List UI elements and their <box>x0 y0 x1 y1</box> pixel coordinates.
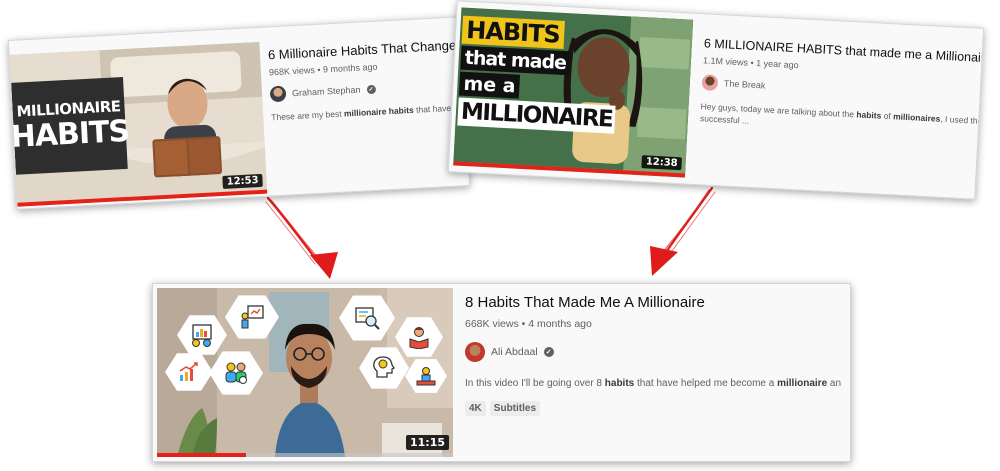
video-meta: 6 Millionaire Habits That Changed My 968… <box>268 37 468 122</box>
watch-progress-track <box>157 453 453 457</box>
badge-4k: 4K <box>465 401 486 416</box>
description-highlight: millionaires <box>893 111 941 123</box>
video-thumbnail[interactable]: HABITS that made me a MILLIONAIRE 12:38 <box>453 8 693 178</box>
channel-name[interactable]: Graham Stephan <box>292 85 361 99</box>
badge-row: 4K Subtitles <box>465 398 849 416</box>
thumbnail-text-line: HABITS <box>10 115 130 155</box>
badge-subtitles: Subtitles <box>490 401 540 416</box>
video-stats: 668K views • 4 months ago <box>465 318 849 330</box>
left-arrow <box>266 198 320 264</box>
upload-age: 4 months ago <box>528 318 592 330</box>
view-count: 1.1M views <box>703 55 748 67</box>
channel-avatar[interactable] <box>465 342 485 362</box>
description-highlight: millionaire <box>777 378 827 389</box>
video-thumbnail[interactable]: 11:15 <box>157 288 453 457</box>
verified-check-icon: ✓ <box>544 347 554 357</box>
channel-avatar[interactable] <box>701 74 718 91</box>
thumbnail-text-line: HABITS <box>462 16 565 49</box>
thumbnail-text-line: me a <box>459 72 520 99</box>
channel-avatar[interactable] <box>270 86 287 103</box>
view-count: 968K views <box>269 65 315 77</box>
description-text: of <box>881 111 893 122</box>
description-text: successful ... <box>700 113 750 126</box>
video-card-ali-abdaal[interactable]: 11:15 8 Habits That Made Me A Millionair… <box>152 283 851 462</box>
channel-name[interactable]: The Break <box>724 78 766 90</box>
channel-name[interactable]: Ali Abdaal <box>491 346 538 358</box>
description-highlight: habits <box>856 109 882 120</box>
video-duration: 12:53 <box>222 174 262 189</box>
channel-row[interactable]: Graham Stephan ✓ <box>270 76 467 102</box>
description-text: , I used the <box>940 114 983 126</box>
verified-check-icon: ✓ <box>366 84 375 93</box>
video-duration: 11:15 <box>406 435 449 450</box>
video-title[interactable]: 8 Habits That Made Me A Millionaire <box>465 294 849 311</box>
channel-row[interactable]: The Break <box>701 74 977 104</box>
description-text: an <box>827 378 841 389</box>
description-text: In this video I'll be going over 8 <box>465 378 605 389</box>
thumbnail-text-block: MILLIONAIRE HABITS <box>11 77 128 175</box>
right-arrow <box>662 188 715 258</box>
description-text: that have helped me become a <box>634 378 777 389</box>
video-thumbnail[interactable]: MILLIONAIRE HABITS 12:53 <box>10 42 268 207</box>
description-text: These are my best <box>271 109 344 123</box>
video-description: In this video I'll be going over 8 habit… <box>465 378 849 389</box>
video-duration: 12:38 <box>641 155 681 170</box>
video-card-graham-stephan[interactable]: MILLIONAIRE HABITS 12:53 6 Millionaire H… <box>8 16 470 210</box>
video-meta: 8 Habits That Made Me A Millionaire 668K… <box>465 294 849 416</box>
upload-age: 1 year ago <box>756 58 799 70</box>
video-description: These are my best millionaire habits tha… <box>271 102 467 122</box>
description-highlight: millionaire habits <box>344 105 414 119</box>
video-description: Hey guys, today we are talking about the… <box>700 100 977 138</box>
thumbnail-text-block: HABITS that made me a MILLIONAIRE <box>457 16 620 134</box>
view-count: 668K views <box>465 318 519 330</box>
thumbnail-text-line: that made <box>460 46 570 76</box>
watch-progress-fill <box>157 453 246 457</box>
upload-age: 9 months ago <box>323 62 378 75</box>
video-card-the-break[interactable]: HABITS that made me a MILLIONAIRE 12:38 … <box>448 0 984 199</box>
video-meta: 6 MILLIONAIRE HABITS that made me a Mill… <box>700 36 980 138</box>
description-highlight: habits <box>605 378 634 389</box>
left-arrow-head <box>310 252 338 279</box>
right-arrow-head <box>650 246 678 276</box>
channel-row[interactable]: Ali Abdaal ✓ <box>465 342 849 362</box>
